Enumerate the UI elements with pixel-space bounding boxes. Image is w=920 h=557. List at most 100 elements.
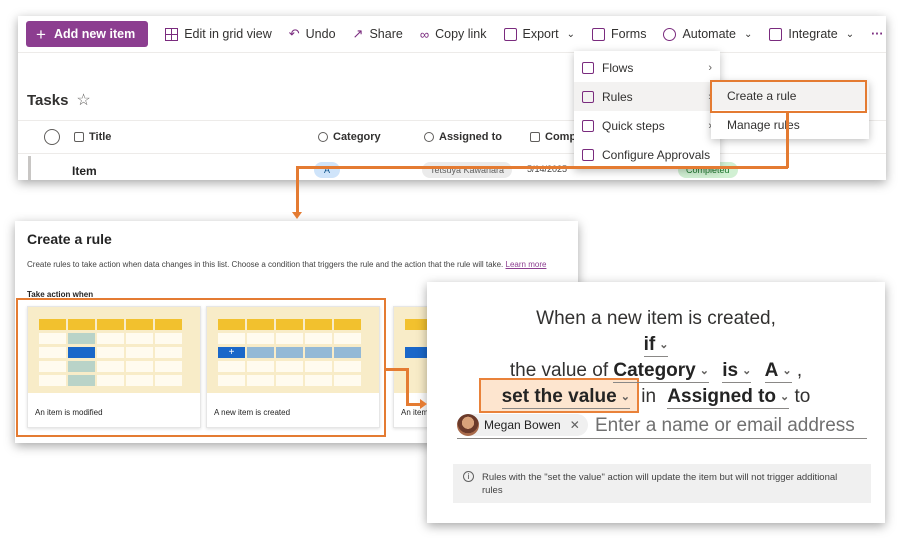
menu-item-rules[interactable]: Rules ›	[574, 82, 720, 111]
menu-item-configure-approvals[interactable]: Configure Approvals	[574, 140, 720, 169]
link-icon: ∞	[419, 26, 430, 42]
automate-icon	[663, 27, 677, 41]
cards-callout	[16, 298, 386, 437]
chevron-down-icon: ⌄	[782, 365, 792, 378]
chevron-down-icon: ⌄	[780, 391, 790, 404]
menu-item-label: Manage rules	[727, 117, 800, 132]
integrate-icon	[769, 27, 783, 41]
add-new-item-button[interactable]: + Add new item	[26, 21, 149, 47]
rule-trigger-text: When a new item is created,	[536, 308, 776, 329]
star-icon[interactable]: ☆	[76, 90, 90, 110]
more-button[interactable]: ···	[871, 27, 884, 41]
person-name: Megan Bowen	[484, 418, 561, 432]
column-completed[interactable]: Compl	[530, 131, 579, 143]
automate-button[interactable]: Automate ⌄	[663, 27, 752, 41]
rule-if-line: if ⌄	[427, 334, 885, 357]
avatar	[457, 414, 479, 436]
value-label: A	[764, 360, 779, 381]
rule-action-line: set the value ⌄ in Assigned to ⌄ to	[427, 386, 885, 409]
people-picker-input[interactable]: Enter a name or email address	[595, 415, 855, 437]
rule-editor-panel: When a new item is created, if ⌄ the valu…	[427, 282, 885, 523]
edit-grid-label: Edit in grid view	[184, 27, 272, 41]
menu-item-quick-steps[interactable]: Quick steps ›	[574, 111, 720, 140]
choice-icon	[318, 132, 328, 142]
page-title: Create a rule	[27, 231, 112, 247]
menu-item-flows[interactable]: Flows ›	[574, 53, 720, 82]
rule-condition-line: the value of Category ⌄ is ⌄ A ⌄ ,	[427, 360, 885, 383]
item-title[interactable]: Item	[72, 164, 97, 178]
close-icon[interactable]: ✕	[570, 418, 580, 432]
forms-icon	[592, 27, 606, 41]
copy-link-label: Copy link	[435, 27, 487, 41]
operator-label: is	[722, 360, 739, 381]
arrow-right-icon	[420, 399, 427, 409]
column-title[interactable]: Title	[74, 131, 111, 143]
connector-line	[786, 112, 789, 168]
calendar-icon	[530, 132, 540, 142]
undo-button[interactable]: ↶ Undo	[289, 26, 336, 42]
add-new-item-label: Add new item	[53, 27, 136, 41]
create-rule-description: Create rules to take action when data ch…	[27, 260, 546, 269]
rules-icon	[582, 90, 594, 103]
forms-button[interactable]: Forms	[592, 27, 646, 41]
forms-label: Forms	[611, 27, 647, 41]
action-dropdown[interactable]: set the value ⌄	[501, 386, 630, 409]
menu-item-label: Rules	[602, 89, 633, 104]
export-button[interactable]: Export ⌄	[503, 27, 576, 41]
plus-icon: +	[36, 24, 46, 44]
chevron-down-icon: ⌄	[566, 28, 576, 40]
chevron-down-icon: ⌄	[620, 391, 630, 404]
if-dropdown[interactable]: if ⌄	[643, 334, 669, 357]
person-icon	[424, 132, 434, 142]
target-field-dropdown[interactable]: Assigned to ⌄	[667, 386, 790, 409]
value-of-text: the value of	[509, 360, 609, 381]
info-message: i Rules with the "set the value" action …	[453, 464, 871, 503]
column-assigned-to[interactable]: Assigned to	[424, 131, 502, 143]
arrow-down-icon	[292, 212, 302, 219]
chevron-down-icon: ⌄	[699, 365, 709, 378]
undo-icon: ↶	[288, 26, 300, 41]
command-bar: + Add new item Edit in grid view ↶ Undo …	[18, 16, 886, 52]
chevron-down-icon: ⌄	[659, 339, 669, 352]
learn-more-link[interactable]: Learn more	[506, 260, 547, 269]
action-label: set the value	[501, 386, 617, 407]
copy-link-button[interactable]: ∞ Copy link	[420, 27, 487, 42]
integrate-button[interactable]: Integrate ⌄	[769, 27, 854, 41]
menu-item-label: Flows	[602, 60, 634, 75]
column-category-label: Category	[333, 131, 381, 143]
automate-label: Automate	[682, 27, 736, 41]
chevron-down-icon: ⌄	[742, 365, 752, 378]
info-icon: i	[463, 471, 474, 482]
operator-dropdown[interactable]: is ⌄	[722, 360, 752, 383]
edit-grid-view-button[interactable]: Edit in grid view	[165, 27, 272, 41]
connector-line	[296, 166, 299, 216]
assigned-person-pill: Tetsuya Kawahara	[422, 162, 513, 178]
field-dropdown[interactable]: Category ⌄	[613, 360, 709, 383]
share-button[interactable]: ↗ Share	[353, 26, 403, 42]
description-text: Create rules to take action when data ch…	[27, 260, 504, 269]
info-text: Rules with the "set the value" action wi…	[482, 472, 838, 496]
select-all-radio[interactable]	[44, 129, 60, 145]
chevron-right-icon: ›	[708, 61, 712, 74]
person-chip[interactable]: Megan Bowen ✕	[457, 414, 588, 436]
automate-menu: Flows › Rules › Quick steps › Configure …	[574, 51, 720, 169]
if-label: if	[643, 334, 656, 355]
menu-item-manage-rules[interactable]: Manage rules	[711, 110, 869, 139]
category-pill: A	[314, 162, 340, 178]
value-dropdown[interactable]: A ⌄	[764, 360, 792, 383]
chevron-down-icon: ⌄	[743, 28, 753, 40]
card-caption: An item	[401, 408, 429, 417]
list-title: Tasks ☆	[27, 90, 91, 110]
connector-line	[406, 368, 409, 405]
share-icon: ↗	[352, 26, 364, 41]
export-icon	[503, 27, 517, 41]
input-underline	[457, 438, 867, 439]
create-rule-callout	[710, 80, 867, 113]
integrate-label: Integrate	[788, 27, 838, 41]
column-category[interactable]: Category	[318, 131, 381, 143]
more-icon: ···	[871, 27, 884, 41]
grid-icon	[165, 27, 179, 41]
approvals-icon	[582, 148, 594, 161]
quick-steps-icon	[582, 119, 594, 132]
chevron-down-icon: ⌄	[845, 28, 855, 40]
